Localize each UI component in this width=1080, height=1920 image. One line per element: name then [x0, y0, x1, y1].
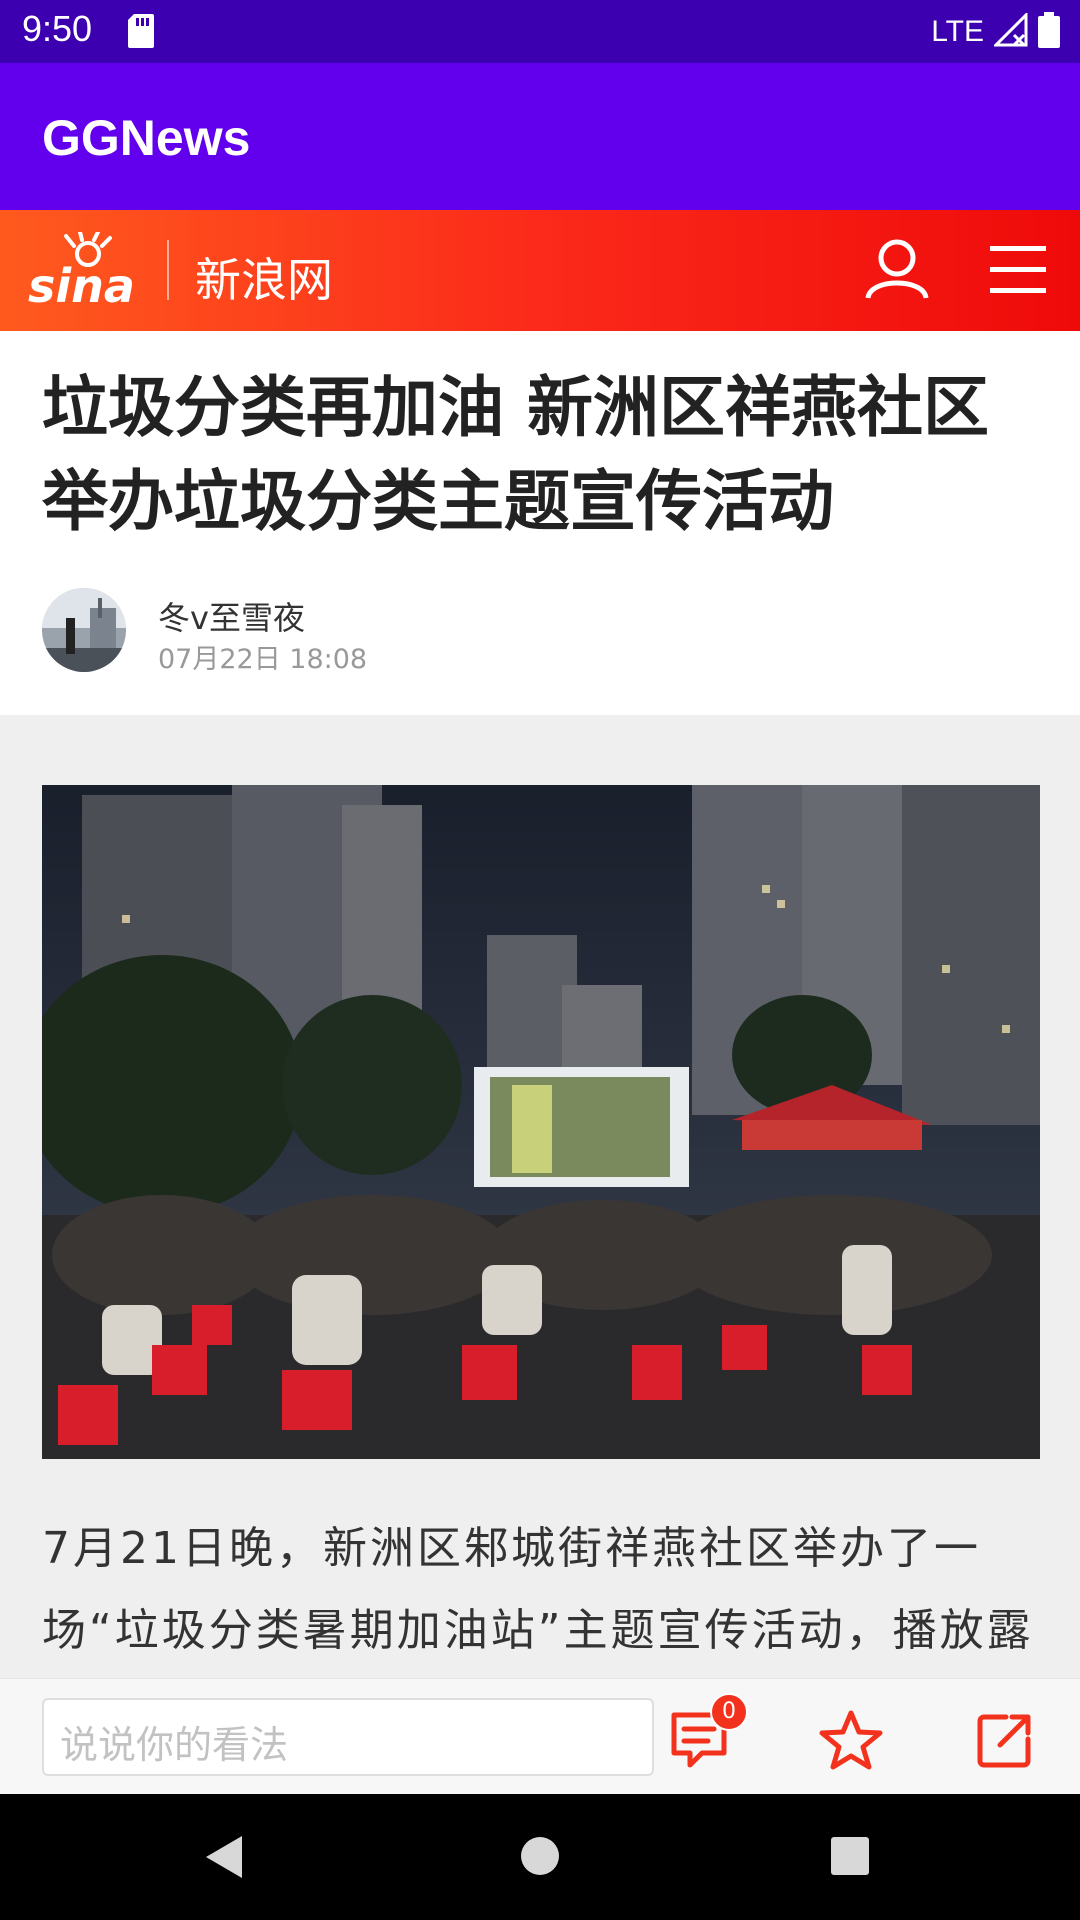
star-icon[interactable] [818, 1709, 884, 1775]
article-title: 垃圾分类再加油 新洲区祥燕社区举办垃圾分类主题宣传活动 [42, 369, 989, 540]
article-photo[interactable] [42, 785, 1040, 1459]
user-icon[interactable] [864, 238, 930, 304]
comment-count-badge: 0 [710, 1693, 748, 1731]
comment-bar: 说说你的看法 0 [0, 1678, 1080, 1795]
header-divider [167, 240, 169, 300]
article-header: 垃圾分类再加油 新洲区祥燕社区举办垃圾分类主题宣传活动 冬v至雪夜 07月22日… [0, 331, 1080, 715]
comment-input[interactable]: 说说你的看法 [42, 1698, 654, 1776]
author-avatar[interactable] [42, 588, 126, 672]
battery-icon [1038, 12, 1060, 52]
sina-logo[interactable]: sina [26, 230, 144, 322]
network-type: LTE [931, 15, 984, 48]
menu-icon[interactable] [990, 242, 1046, 302]
sina-header: sina 新浪网 [0, 210, 1080, 331]
status-time: 9:50 [22, 8, 93, 49]
share-icon[interactable] [974, 1711, 1034, 1775]
recents-icon[interactable] [830, 1836, 870, 1880]
back-icon[interactable] [204, 1834, 244, 1884]
signal-icon [992, 11, 1028, 51]
sd-card-icon [128, 14, 154, 52]
navigation-bar [0, 1794, 1080, 1920]
author-name[interactable]: 冬v至雪夜 [158, 593, 305, 639]
article-body: 7月21日晚，新洲区邾城街祥燕社区举办了一场“垃圾分类暑期加油站”主题宣传活动，… [42, 1523, 1034, 1656]
home-icon[interactable] [520, 1836, 560, 1880]
app-bar: GGNews [0, 63, 1080, 210]
app-title: GGNews [42, 110, 251, 166]
svg-text:sina: sina [28, 259, 135, 313]
status-bar: 9:50 LTE [0, 0, 1080, 63]
publish-date: 07月22日 18:08 [158, 644, 368, 675]
site-name: 新浪网 [195, 253, 333, 307]
